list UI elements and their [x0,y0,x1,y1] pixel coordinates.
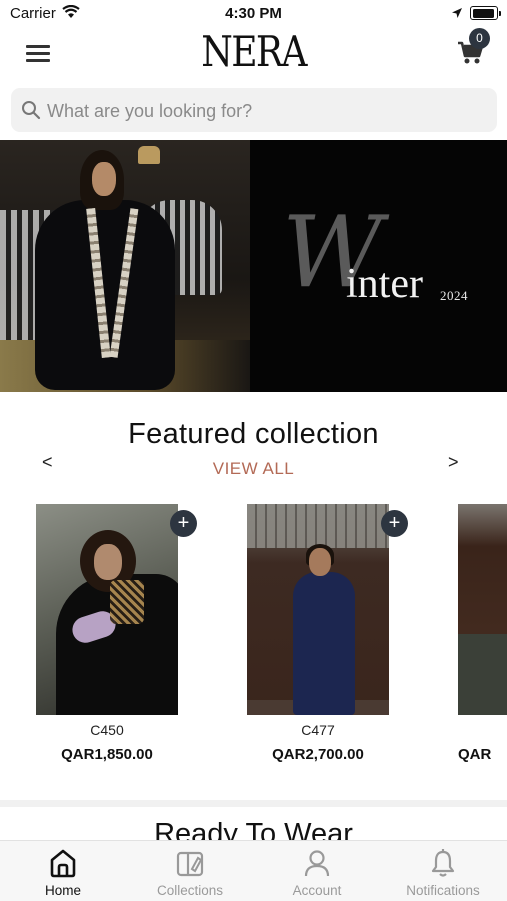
product-code: C450 [90,722,124,738]
tab-collections[interactable]: Collections [127,841,253,901]
product-card[interactable]: + C450 QAR1,850.00 [36,504,197,763]
tab-label: Notifications [406,883,480,898]
banner-photo [0,140,250,392]
product-price: QAR [458,746,492,763]
bell-icon [428,847,458,879]
tab-home[interactable]: Home [0,841,126,901]
tab-label: Account [292,883,342,898]
product-code: C477 [301,722,335,738]
search-icon [21,100,41,125]
search-input[interactable] [45,97,489,125]
home-icon [48,847,78,879]
banner-year: 2024 [440,288,468,303]
carousel-next-button[interactable]: > [448,452,459,473]
status-time: 4:30 PM [225,5,282,22]
tab-account[interactable]: Account [254,841,380,901]
search-bar[interactable] [11,88,497,132]
banner-title: inter [346,261,423,307]
section-divider [0,800,507,807]
view-all-link[interactable]: VIEW ALL [0,459,507,479]
collections-icon [175,847,205,879]
product-image[interactable] [458,504,507,715]
tab-label: Home [44,883,81,898]
account-icon [302,847,332,879]
cart-count-badge: 0 [469,28,490,49]
product-card[interactable]: + C477 QAR2,700.00 [247,504,408,763]
product-image[interactable] [36,504,178,715]
product-price: QAR2,700.00 [272,746,364,763]
location-arrow-icon [451,6,463,24]
battery-icon [470,6,501,20]
product-card[interactable]: QAR [458,504,507,763]
tab-notifications[interactable]: Notifications [380,841,506,901]
winter-banner[interactable]: W inter 2024 [0,140,507,392]
bottom-tab-bar: Home Collections Account Notifications [0,840,507,901]
product-price: QAR1,850.00 [61,746,153,763]
brand-logo[interactable]: NERA [35,26,471,78]
add-to-cart-button[interactable]: + [170,510,197,537]
product-image[interactable] [247,504,389,715]
tab-label: Collections [156,883,224,898]
status-bar: Carrier 4:30 PM [0,0,507,28]
add-to-cart-button[interactable]: + [381,510,408,537]
featured-title: Featured collection [128,418,379,450]
